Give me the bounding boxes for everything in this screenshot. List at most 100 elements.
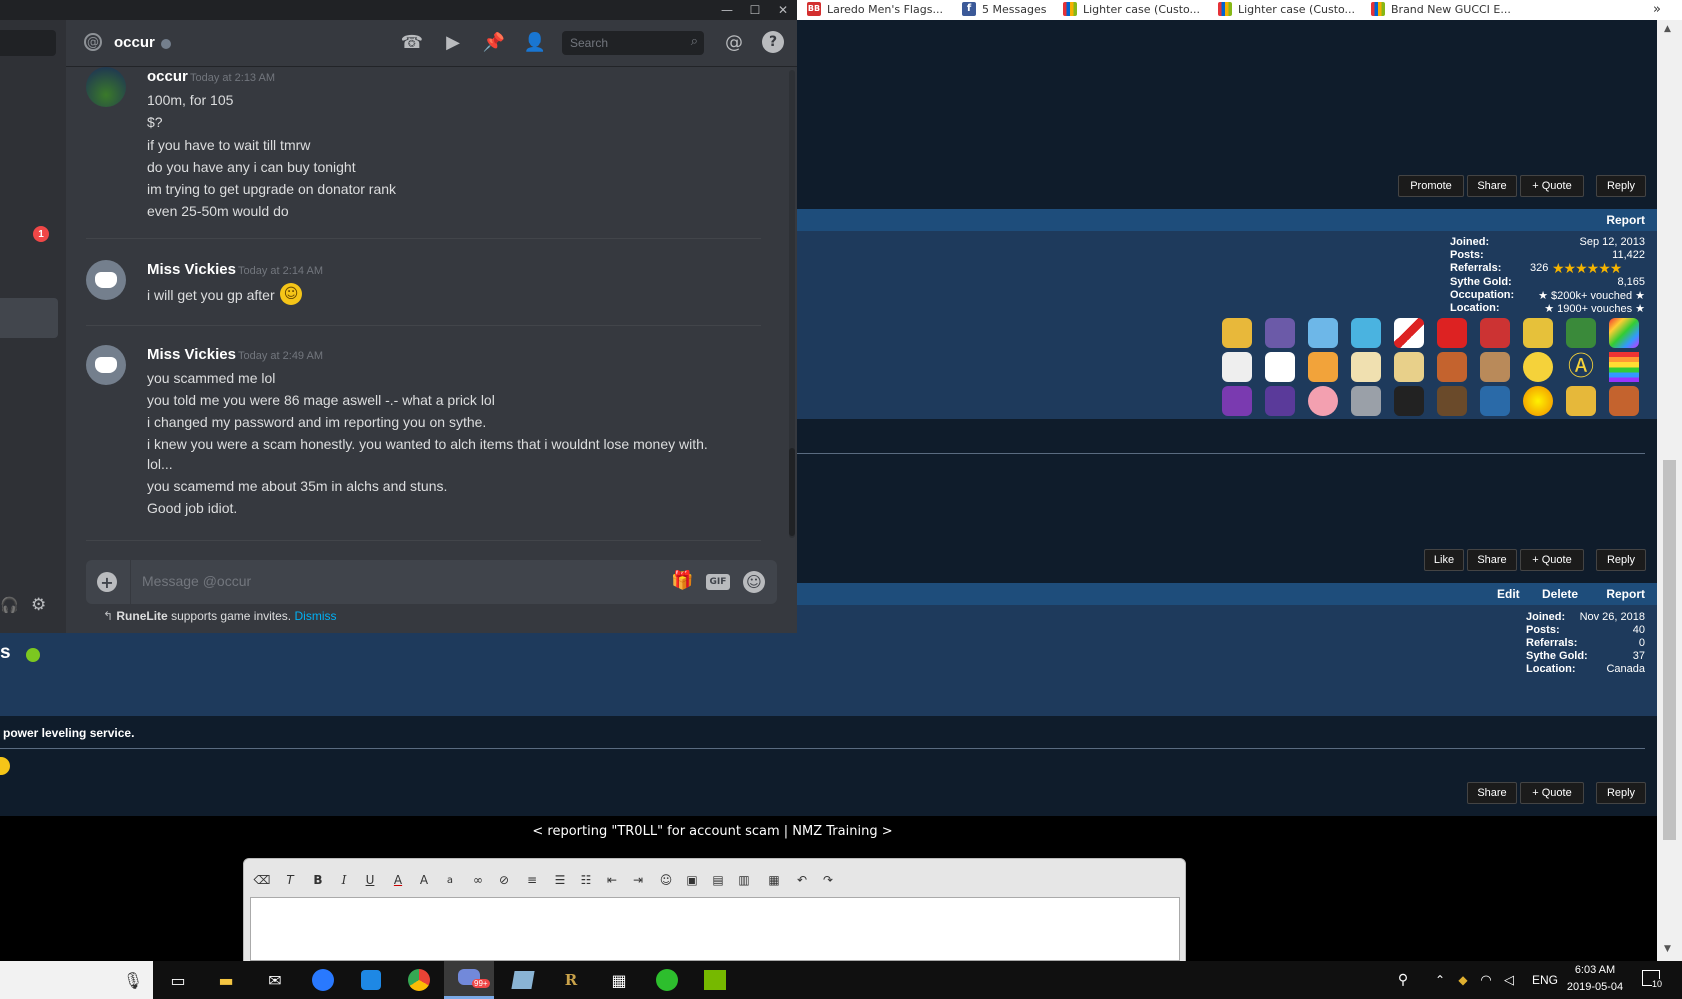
share-button[interactable]: Share: [1467, 782, 1517, 804]
report-link[interactable]: Report: [1606, 587, 1645, 601]
font-color-icon[interactable]: A: [388, 870, 408, 890]
dismiss-link[interactable]: Dismiss: [294, 609, 336, 623]
occur-avatar[interactable]: [86, 67, 126, 107]
bookmark-item[interactable]: Lighter case (Custo...: [1063, 2, 1200, 16]
settings-gear-icon[interactable]: ⚙: [31, 596, 49, 614]
unlink-icon[interactable]: ⊘: [494, 870, 514, 890]
app-icon[interactable]: [310, 968, 336, 992]
mentions-icon[interactable]: @: [722, 30, 746, 54]
discord-avatar[interactable]: [86, 260, 126, 300]
app-icon[interactable]: [358, 968, 384, 992]
promote-button[interactable]: Promote: [1398, 175, 1464, 197]
discord-avatar[interactable]: [86, 345, 126, 385]
scroll-down-icon[interactable]: ▼: [1664, 944, 1671, 954]
message-author[interactable]: Miss Vickies: [147, 346, 236, 363]
indent-icon[interactable]: ⇥: [628, 870, 648, 890]
like-button[interactable]: Like: [1424, 549, 1464, 571]
message-input[interactable]: + Message @occur 🎁 GIF ☺: [86, 560, 777, 604]
clear-format-icon[interactable]: T: [280, 870, 300, 890]
reply-button[interactable]: Reply: [1596, 175, 1646, 197]
mail-icon[interactable]: ✉: [262, 968, 288, 992]
insert-icon[interactable]: ▥: [734, 870, 754, 890]
bookmark-item[interactable]: Brand New GUCCI E...: [1371, 2, 1511, 16]
reply-button[interactable]: Reply: [1596, 549, 1646, 571]
font-size-icon[interactable]: A: [414, 870, 434, 890]
link-icon[interactable]: ∞: [468, 870, 488, 890]
bookmark-item[interactable]: BB Laredo Men's Flags...: [807, 2, 943, 16]
username-fragment[interactable]: s: [0, 642, 11, 664]
reply-textarea[interactable]: [250, 897, 1180, 961]
runelite-icon[interactable]: R: [558, 968, 584, 992]
calculator-icon[interactable]: ▦: [606, 968, 632, 992]
people-icon[interactable]: ⚲: [1390, 968, 1416, 992]
help-icon[interactable]: ?: [762, 31, 784, 53]
add-friend-icon[interactable]: 👤: [523, 30, 547, 54]
bookmark-item[interactable]: Lighter case (Custo...: [1218, 2, 1355, 16]
dm-item-active[interactable]: [0, 298, 58, 338]
chrome-icon[interactable]: [406, 968, 432, 992]
format-paint-icon[interactable]: ⌫: [252, 870, 272, 890]
save-draft-icon[interactable]: ▦: [764, 870, 784, 890]
app-icon[interactable]: [654, 968, 680, 992]
headphones-icon[interactable]: 🎧: [0, 596, 19, 614]
stat-value: 326: [1530, 262, 1549, 274]
underline-icon[interactable]: U: [360, 870, 380, 890]
video-call-icon[interactable]: ▶: [441, 30, 465, 54]
maximize-icon[interactable]: ☐: [742, 0, 768, 20]
bookmark-item[interactable]: f 5 Messages: [962, 2, 1046, 16]
pinned-messages-icon[interactable]: 📌: [482, 30, 506, 54]
search-input[interactable]: Search ⌕: [562, 31, 704, 55]
italic-icon[interactable]: I: [334, 870, 354, 890]
microphone-icon[interactable]: 🎙: [120, 968, 146, 992]
media-icon[interactable]: ▤: [708, 870, 728, 890]
bold-icon[interactable]: B: [308, 870, 328, 890]
outdent-icon[interactable]: ⇤: [602, 870, 622, 890]
message-author[interactable]: Miss Vickies: [147, 261, 236, 278]
minimize-icon[interactable]: —: [714, 0, 740, 20]
close-icon[interactable]: ✕: [770, 0, 796, 20]
message-author[interactable]: occur: [147, 68, 188, 85]
scrollbar-thumb[interactable]: [1663, 460, 1676, 840]
discord-badge: 99+: [472, 979, 490, 988]
font-family-icon[interactable]: a: [440, 870, 460, 890]
reply-button[interactable]: Reply: [1596, 782, 1646, 804]
gif-icon[interactable]: GIF: [706, 574, 730, 590]
clock-date[interactable]: 2019-05-04: [1560, 981, 1630, 993]
discord-taskbar-button[interactable]: 99+: [444, 961, 494, 999]
gift-icon[interactable]: 🎁: [671, 570, 693, 591]
emoji-picker-icon[interactable]: ☺: [743, 571, 765, 593]
delete-link[interactable]: Delete: [1542, 587, 1578, 601]
quote-button[interactable]: + Quote: [1520, 782, 1584, 804]
report-link[interactable]: Report: [1606, 213, 1645, 227]
edit-link[interactable]: Edit: [1497, 587, 1520, 601]
quote-button[interactable]: + Quote: [1520, 175, 1584, 197]
candy-cane-icon: [1394, 318, 1424, 348]
chat-scrollbar-thumb[interactable]: [789, 448, 795, 536]
stat-value: 8,165: [1617, 276, 1645, 288]
stat-value: Sep 12, 2013: [1579, 236, 1645, 248]
nvidia-icon[interactable]: [702, 968, 728, 992]
numbered-list-icon[interactable]: ☷: [576, 870, 596, 890]
message-timestamp: Today at 2:49 AM: [238, 350, 323, 362]
undo-icon[interactable]: ↶: [792, 870, 812, 890]
bookmarks-overflow-button[interactable]: »: [1653, 2, 1661, 17]
emoji-icon[interactable]: ☺: [656, 870, 676, 890]
thread-navigation[interactable]: < reporting "TR0LL" for account scam | N…: [0, 824, 1425, 839]
input-language[interactable]: ENG: [1532, 973, 1558, 987]
volume-icon[interactable]: ◁: [1496, 968, 1522, 992]
voice-call-icon[interactable]: ☎: [400, 30, 424, 54]
find-conversation-input[interactable]: [0, 30, 56, 56]
file-explorer-icon[interactable]: ▬: [213, 968, 239, 992]
share-button[interactable]: Share: [1467, 549, 1517, 571]
bullet-list-icon[interactable]: ☰: [550, 870, 570, 890]
align-icon[interactable]: ≡: [522, 870, 542, 890]
app-icon[interactable]: [510, 968, 536, 992]
clock-time[interactable]: 6:03 AM: [1560, 964, 1630, 976]
quote-button[interactable]: + Quote: [1520, 549, 1584, 571]
scroll-up-icon[interactable]: ▲: [1664, 24, 1671, 34]
image-icon[interactable]: ▣: [682, 870, 702, 890]
share-button[interactable]: Share: [1467, 175, 1517, 197]
redo-icon[interactable]: ↷: [818, 870, 838, 890]
task-view-icon[interactable]: ▭: [165, 968, 191, 992]
upload-plus-icon[interactable]: +: [97, 572, 117, 592]
